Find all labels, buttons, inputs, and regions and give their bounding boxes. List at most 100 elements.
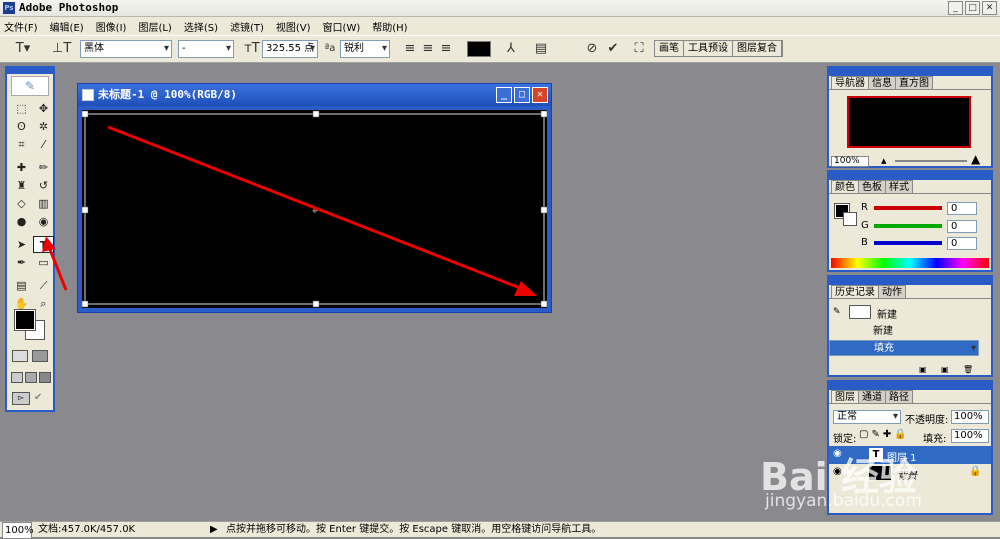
tab-actions[interactable]: 动作 [878,285,906,298]
channel-g-slider[interactable] [874,224,942,228]
close-button[interactable]: ✕ [982,1,997,15]
menu-edit[interactable]: 编辑(E) [50,19,84,34]
align-right-icon[interactable]: ≡ [438,40,454,58]
snapshot-label[interactable]: 新建 [877,306,897,321]
menu-view[interactable]: 视图(V) [276,19,311,34]
commit-icon[interactable]: ✔ [604,40,622,58]
canvas[interactable]: ⌖ [82,110,547,308]
tab-histogram[interactable]: 直方图 [895,76,933,89]
healing-brush-tool-icon[interactable]: ✚ [11,159,32,176]
screen-mode-2-icon[interactable] [25,372,37,383]
tab-styles[interactable]: 样式 [885,180,913,193]
type-tool-icon[interactable]: T▾ [12,40,34,58]
warp-text-icon[interactable]: ⅄ [503,40,519,58]
tab-paths[interactable]: 路径 [885,390,913,403]
tab-color[interactable]: 颜色 [831,180,859,193]
status-doc-size[interactable]: 文档:457.0K/457.0K [38,522,135,537]
channel-b-slider[interactable] [874,241,942,245]
screen-mode-3-icon[interactable] [39,372,51,383]
menu-file[interactable]: 文件(F) [4,19,38,34]
menu-image[interactable]: 图像(I) [96,19,127,34]
status-zoom[interactable]: 100% [2,522,34,539]
foreground-color[interactable] [14,309,36,331]
zoom-out-icon[interactable]: ▴ [881,154,887,167]
stamp-tool-icon[interactable]: ♜ [11,177,32,194]
align-left-icon[interactable]: ≡ [402,40,418,58]
type-tool-icon[interactable]: T [33,236,54,253]
menu-filter[interactable]: 滤镜(T) [230,19,264,34]
antialias-select[interactable]: 锐利 [340,40,390,58]
tab-navigator[interactable]: 导航器 [831,76,869,89]
lock-icons[interactable]: ▢✎✚🔒 [859,429,910,440]
text-orientation-icon[interactable]: ⊥T [52,40,71,58]
shape-tool-icon[interactable]: ▭ [33,254,54,271]
tab-history[interactable]: 历史记录 [831,285,879,298]
channel-r-value[interactable]: 0 [947,202,977,215]
opacity-value[interactable]: 100% [951,410,989,424]
move-tool-icon[interactable]: ✥ [33,100,54,117]
blur-tool-icon[interactable]: ● [11,213,32,230]
new-document-icon[interactable]: ▣ [919,365,927,374]
crop-tool-icon[interactable]: ⌗ [11,136,32,153]
transform-bounding-box[interactable]: ⌖ [82,110,547,308]
lasso-tool-icon[interactable]: ʘ [11,118,32,135]
standard-mode-icon[interactable] [12,350,28,362]
new-snapshot-icon[interactable]: ▣ [941,365,949,374]
marquee-tool-icon[interactable]: ⬚ [11,100,32,117]
brush-tool-icon[interactable]: ✏ [33,159,54,176]
text-color-swatch[interactable] [467,41,491,57]
font-style-select[interactable]: - [178,40,234,58]
slice-tool-icon[interactable]: ⁄ [33,136,54,153]
color-spectrum-bar[interactable] [831,258,989,268]
navigator-zoom[interactable]: 100% [831,156,869,167]
tab-tool-presets[interactable]: 工具预设 [684,41,733,56]
trash-icon[interactable]: 🗑 [963,365,973,374]
doc-close-button[interactable]: ✕ [532,87,548,103]
channel-b-value[interactable]: 0 [947,237,977,250]
path-select-tool-icon[interactable]: ➤ [11,236,32,253]
palettes-icon[interactable]: ▤ [533,40,549,58]
screen-mode-1-icon[interactable] [11,372,23,383]
eraser-tool-icon[interactable]: ◇ [11,195,32,212]
tab-layers[interactable]: 图层 [831,390,859,403]
status-arrow-icon[interactable]: ▶ [210,522,218,537]
tab-brushes[interactable]: 画笔 [655,41,684,56]
magic-wand-tool-icon[interactable]: ✲ [33,118,54,135]
tab-info[interactable]: 信息 [868,76,896,89]
tab-channels[interactable]: 通道 [858,390,886,403]
dodge-tool-icon[interactable]: ◉ [33,213,54,230]
fill-value[interactable]: 100% [951,429,989,443]
tab-layer-comps[interactable]: 图层复合 [733,41,782,56]
quickmask-mode-icon[interactable] [32,350,48,362]
maximize-button[interactable]: □ [965,1,980,15]
tab-swatches[interactable]: 色板 [858,180,886,193]
color-background[interactable] [843,212,857,226]
cancel-icon[interactable]: ⊘ [583,40,601,58]
pen-tool-icon[interactable]: ✒ [11,254,32,271]
navigator-preview[interactable] [847,96,971,148]
stamp-icon[interactable]: ⛶ [630,40,648,58]
channel-r-slider[interactable] [874,206,942,210]
blend-mode-select[interactable]: 正常 [833,410,901,424]
menu-help[interactable]: 帮助(H) [372,19,407,34]
doc-minimize-button[interactable]: _ [496,87,512,103]
channel-g-value[interactable]: 0 [947,220,977,233]
eyedropper-tool-icon[interactable]: ⟋ [33,277,54,294]
gradient-tool-icon[interactable]: ▥ [33,195,54,212]
jump-to-imageready-icon[interactable]: ▻ [12,392,30,405]
font-size-select[interactable]: 325.55 点 [262,40,318,58]
history-item-new[interactable]: 新建 [829,324,979,340]
navigator-zoom-slider[interactable] [895,160,967,162]
notes-tool-icon[interactable]: ▤ [11,277,32,294]
history-brush-tool-icon[interactable]: ↺ [33,177,54,194]
menu-window[interactable]: 窗口(W) [323,19,361,34]
color-swatches[interactable] [12,308,52,344]
font-family-select[interactable]: 黑体 [80,40,172,58]
imageready-icon[interactable]: ✔ [34,392,48,405]
zoom-in-icon[interactable]: ▲ [971,152,980,166]
doc-maximize-button[interactable]: □ [514,87,530,103]
menu-select[interactable]: 选择(S) [184,19,218,34]
minimize-button[interactable]: _ [948,1,963,15]
menu-layer[interactable]: 图层(L) [138,19,171,34]
align-center-icon[interactable]: ≡ [420,40,436,58]
